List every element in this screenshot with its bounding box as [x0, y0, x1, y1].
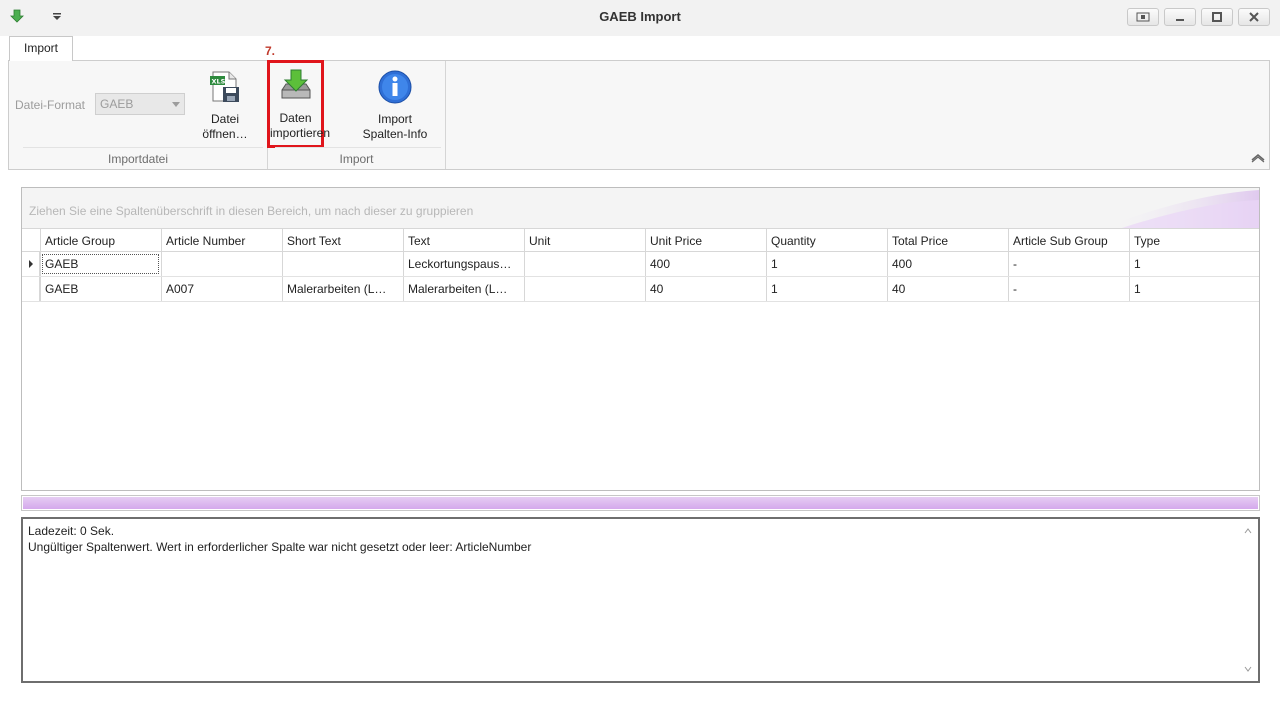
group-panel-hint: Ziehen Sie eine Spaltenüberschrift in di… [29, 204, 474, 218]
table-cell[interactable]: Malerarbeiten (L… [282, 277, 403, 301]
column-header-short-text[interactable]: Short Text [282, 229, 403, 253]
scroll-up-icon[interactable] [1244, 527, 1252, 535]
collapse-ribbon-icon[interactable] [1250, 151, 1266, 163]
log-memo[interactable]: Ladezeit: 0 Sek. Ungültiger Spaltenwert.… [21, 517, 1260, 683]
ribbon: Datei-Format GAEB XLS Datei öffnen… Impo… [8, 60, 1270, 170]
table-cell[interactable] [524, 277, 645, 301]
table-cell[interactable]: 400 [887, 252, 1008, 276]
table-cell[interactable] [282, 252, 403, 276]
close-icon [1249, 12, 1259, 22]
open-file-button[interactable]: XLS Datei öffnen… [189, 63, 261, 145]
table-cell[interactable]: 40 [887, 277, 1008, 301]
current-row-arrow-icon [29, 260, 33, 268]
group-panel[interactable]: Ziehen Sie eine Spaltenüberschrift in di… [22, 188, 1259, 228]
row-indicator [22, 252, 40, 276]
group-separator [445, 61, 446, 169]
column-header-article-number[interactable]: Article Number [161, 229, 282, 253]
table-cell[interactable] [161, 252, 282, 276]
group-caption-import: Import [339, 152, 374, 166]
table-cell[interactable] [524, 252, 645, 276]
grid-header: Article Group Article Number Short Text … [22, 228, 1259, 253]
close-button[interactable] [1238, 8, 1270, 26]
capture-icon [1136, 12, 1150, 22]
scroll-down-icon[interactable] [1244, 665, 1252, 673]
minimize-button[interactable] [1164, 8, 1196, 26]
group-caption-importdatei: Importdatei [107, 152, 169, 166]
log-line-error: Ungültiger Spaltenwert. Wert in erforder… [28, 540, 532, 554]
column-header-total-price[interactable]: Total Price [887, 229, 1008, 253]
table-row[interactable]: GAEB A007 Malerarbeiten (L… Malerarbeite… [22, 277, 1259, 302]
table-row[interactable]: GAEB Leckortungspaus… 400 1 400 - 1 [22, 252, 1259, 277]
column-header-unit[interactable]: Unit [524, 229, 645, 253]
table-cell[interactable]: GAEB [40, 252, 161, 276]
data-grid[interactable]: Ziehen Sie eine Spaltenüberschrift in di… [21, 187, 1260, 491]
table-cell[interactable]: Leckortungspaus… [403, 252, 524, 276]
open-file-label: Datei öffnen… [202, 112, 248, 141]
table-cell[interactable]: - [1008, 252, 1129, 276]
maximize-button[interactable] [1201, 8, 1233, 26]
column-header-article-group[interactable]: Article Group [40, 229, 161, 253]
info-icon [378, 70, 412, 104]
chevron-down-icon [172, 102, 180, 107]
column-header-type[interactable]: Type [1129, 229, 1259, 253]
screenshot-button[interactable] [1127, 8, 1159, 26]
svg-text:XLS: XLS [212, 78, 226, 86]
minimize-icon [1176, 19, 1184, 21]
table-cell[interactable]: A007 [161, 277, 282, 301]
format-select[interactable]: GAEB [95, 93, 185, 115]
table-cell[interactable]: Malerarbeiten (L… [403, 277, 524, 301]
format-value: GAEB [100, 97, 134, 111]
vertical-scrollbar[interactable] [1240, 521, 1256, 679]
column-info-button[interactable]: Import Spalten-Info [359, 63, 431, 145]
column-header-text[interactable]: Text [403, 229, 524, 253]
column-info-label: Import Spalten-Info [362, 112, 428, 141]
download-tray-icon [281, 69, 311, 99]
group-rule [23, 147, 263, 148]
table-cell[interactable]: 1 [766, 277, 887, 301]
table-cell[interactable]: 1 [1129, 277, 1259, 301]
import-data-button[interactable]: Daten importieren [267, 60, 331, 148]
maximize-icon [1212, 12, 1222, 22]
xls-save-icon: XLS [210, 71, 239, 102]
import-data-label: Daten importieren [270, 111, 331, 140]
step-label: 7. [265, 44, 276, 58]
title-bar: GAEB Import [0, 0, 1280, 36]
table-cell[interactable]: - [1008, 277, 1129, 301]
format-label: Datei-Format [15, 98, 86, 112]
column-header-quantity[interactable]: Quantity [766, 229, 887, 253]
group-rule [275, 147, 441, 148]
progress-bar [21, 495, 1260, 511]
table-cell[interactable]: 400 [645, 252, 766, 276]
column-header-article-sub-group[interactable]: Article Sub Group [1008, 229, 1129, 253]
column-header-unit-price[interactable]: Unit Price [645, 229, 766, 253]
table-cell[interactable]: 1 [766, 252, 887, 276]
table-cell[interactable]: GAEB [40, 277, 161, 301]
table-cell[interactable]: 40 [645, 277, 766, 301]
progress-fill [23, 497, 1258, 509]
tab-import[interactable]: Import [9, 36, 73, 61]
table-cell[interactable]: 1 [1129, 252, 1259, 276]
log-text: Ladezeit: 0 Sek. Ungültiger Spaltenwert.… [28, 523, 531, 555]
row-indicator [22, 277, 40, 301]
window-title: GAEB Import [599, 9, 681, 24]
log-line-load-time: Ladezeit: 0 Sek. [28, 524, 115, 538]
